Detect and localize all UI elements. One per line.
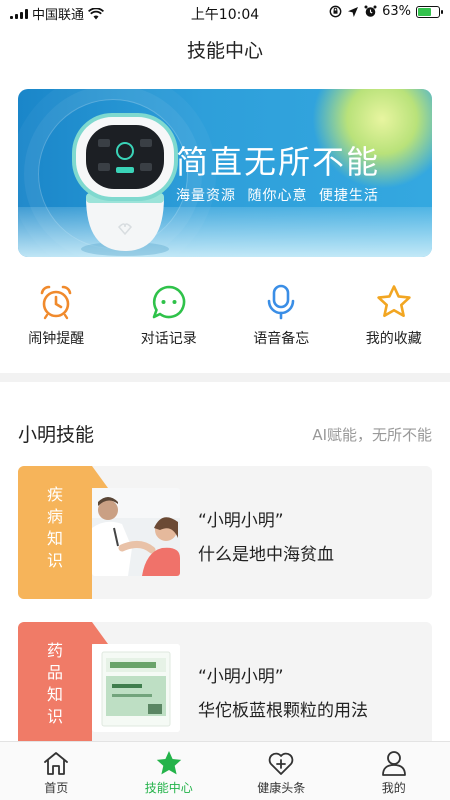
- rotation-lock-icon: [329, 5, 342, 18]
- section-title: 小明技能: [18, 424, 95, 446]
- page-title: 技能中心: [186, 40, 263, 62]
- quick-action-label: 我的收藏: [365, 331, 422, 347]
- tab-home[interactable]: 首页: [0, 742, 113, 800]
- card-tag-text: 疾病知识: [46, 485, 63, 570]
- quick-action-chat-log[interactable]: 对话记录: [113, 283, 226, 353]
- tab-label: 首页: [44, 781, 69, 795]
- promo-banner[interactable]: 简直无所不能 海量资源 随你心意 便捷生活: [18, 89, 432, 257]
- card-tag: 疾病知识: [18, 466, 108, 599]
- skill-card-medicine[interactable]: 药品知识 “小明小明” 华佗板蓝根颗粒的用法: [18, 622, 432, 755]
- tab-skill-center[interactable]: 技能中心: [113, 742, 226, 800]
- quick-action-voice-memo[interactable]: 语音备忘: [225, 283, 338, 353]
- banner-title: 简直无所不能: [176, 143, 381, 181]
- quick-action-favorites[interactable]: 我的收藏: [338, 283, 450, 353]
- alarm-icon: [364, 5, 377, 17]
- quick-action-alarm[interactable]: 闹钟提醒: [0, 283, 113, 353]
- battery-percent: 63%: [382, 4, 411, 19]
- tab-label: 我的: [381, 781, 406, 795]
- quick-actions: 闹钟提醒 对话记录 语音备忘 我的收藏: [0, 283, 450, 353]
- status-right: 63%: [329, 4, 443, 19]
- robot-illustration: [72, 113, 178, 256]
- card-question: 什么是地中海贫血: [198, 545, 334, 565]
- section-divider: [0, 373, 450, 382]
- star-icon: [375, 283, 413, 321]
- status-bar: 中国联通 上午10:04 63%: [0, 0, 450, 24]
- tab-label: 技能中心: [144, 781, 193, 795]
- person-icon: [381, 751, 406, 776]
- card-wake-phrase: “小明小明”: [198, 667, 284, 687]
- quick-action-label: 对话记录: [140, 331, 197, 347]
- section-slogan: AI赋能，无所不能: [312, 426, 432, 444]
- quick-action-label: 语音备忘: [253, 331, 310, 347]
- chat-bubble-icon: [150, 283, 188, 321]
- card-tag: 药品知识: [18, 622, 108, 755]
- battery-fill: [418, 7, 431, 16]
- tab-bar: 首页 技能中心 健康头条 我的: [0, 741, 450, 800]
- card-question: 华佗板蓝根颗粒的用法: [198, 701, 368, 721]
- heart-plus-icon: [268, 752, 294, 775]
- card-thumbnail-medicine-box: [92, 644, 180, 732]
- microphone-icon: [262, 283, 300, 321]
- home-icon: [44, 752, 69, 775]
- star-icon: [156, 751, 181, 775]
- banner-subtitle: 海量资源 随你心意 便捷生活: [176, 188, 379, 204]
- quick-action-label: 闹钟提醒: [28, 331, 85, 347]
- tab-health-news[interactable]: 健康头条: [225, 742, 338, 800]
- alarm-clock-icon: [37, 283, 75, 321]
- skill-card-disease[interactable]: 疾病知识 “小明小明” 什么是地中海贫血: [18, 466, 432, 599]
- location-icon: [348, 6, 359, 17]
- card-thumbnail-doctor: [92, 488, 180, 576]
- tab-me[interactable]: 我的: [338, 742, 450, 800]
- card-wake-phrase: “小明小明”: [198, 511, 284, 531]
- card-tag-text: 药品知识: [46, 641, 63, 726]
- tab-label: 健康头条: [257, 781, 306, 795]
- battery-icon: [416, 5, 443, 18]
